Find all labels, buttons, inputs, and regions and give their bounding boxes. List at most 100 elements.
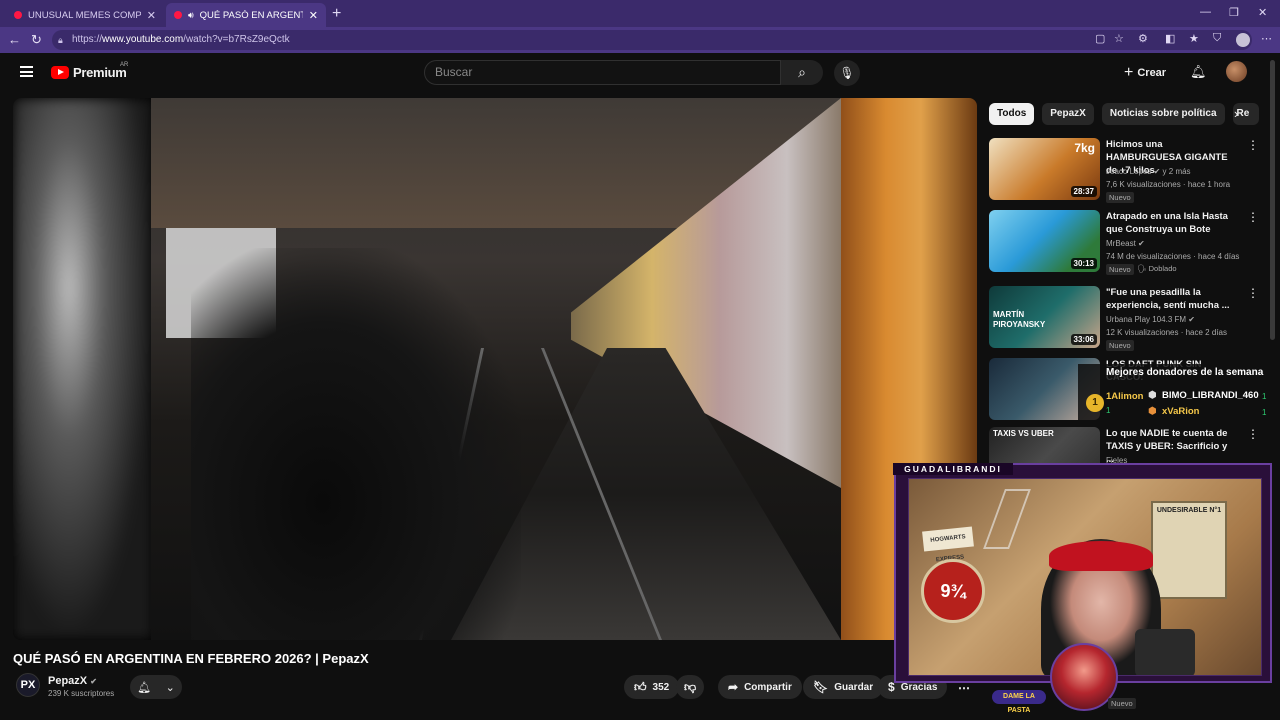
kebab-menu-icon[interactable]: ⋮: [1247, 138, 1259, 152]
platform-sign: 9¾: [921, 559, 985, 623]
chip-all[interactable]: Todos: [989, 103, 1035, 125]
share-label: Compartir: [744, 681, 792, 693]
ambient-glow-left: [13, 98, 153, 640]
chevron-down-icon: ⌄: [165, 681, 175, 694]
platform-text: 9¾: [940, 581, 966, 601]
menu-dots-icon[interactable]: ⋯: [1261, 32, 1272, 45]
video-title: QUÉ PASÓ EN ARGENTINA EN FEBRERO 2026? |…: [13, 651, 369, 666]
recommendation-item[interactable]: 30:13 Atrapado en una Isla Hasta que Con…: [989, 210, 1259, 276]
logo-word: Premium: [73, 65, 127, 80]
plus-icon: +: [1124, 64, 1134, 81]
channel-text: Joaco Lopez: [1106, 167, 1152, 176]
channel-name[interactable]: PepazX ✔︎: [48, 675, 97, 687]
youtube-premium-logo[interactable]: Premium AR: [51, 62, 128, 80]
tab-title: QUÉ PASÓ EN ARGENTINA EN: [199, 9, 303, 21]
notifications-bell-icon[interactable]: 🔔︎: [1190, 64, 1207, 80]
duration-badge: 33:06: [1070, 334, 1097, 345]
restore-icon[interactable]: ❐: [1229, 6, 1239, 19]
browser-profile-avatar[interactable]: [1236, 33, 1250, 47]
kebab-menu-icon[interactable]: ⋮: [1247, 427, 1259, 441]
streamer-name: GUADALIBRANDI: [893, 463, 1013, 475]
like-button[interactable]: 👍︎ 352: [624, 675, 680, 699]
recommendation-item[interactable]: 7kg 28:37 Hicimos una HAMBURGUESA GIGANT…: [989, 138, 1259, 204]
hamburger-menu-icon[interactable]: [20, 66, 33, 77]
url-host: www.youtube.com: [102, 34, 184, 45]
back-icon[interactable]: ←: [8, 32, 21, 47]
search-button[interactable]: ⌕: [781, 60, 823, 85]
video-thumbnail[interactable]: 30:13: [989, 210, 1100, 272]
browser-tab-active[interactable]: 🔊︎ QUÉ PASÓ EN ARGENTINA EN ✕: [166, 3, 326, 27]
recommendation-meta: 7,6 K visualizaciones · hace 1 hora: [1106, 180, 1231, 189]
hogwarts-express-sign: HOGWARTS EXPRESS: [922, 526, 974, 563]
search-input[interactable]: Buscar: [424, 60, 781, 85]
chip-politics[interactable]: Noticias sobre política: [1101, 103, 1225, 125]
recommendation-title[interactable]: "Fue una pesadilla la experiencia, sentí…: [1106, 286, 1236, 312]
thumb-text: TAXIS VS UBER: [993, 429, 1054, 438]
extensions-icon[interactable]: ⚙: [1138, 32, 1148, 45]
chevron-right-icon[interactable]: ›: [1234, 106, 1238, 121]
more-actions-icon[interactable]: ⋯: [958, 681, 970, 695]
coin-icon: ⬢: [1148, 406, 1157, 417]
donor-name: xVaRion: [1162, 406, 1200, 417]
subscribed-bell-button[interactable]: 🔔︎ ⌄: [130, 675, 182, 699]
speaker-icon[interactable]: 🔊︎: [188, 10, 194, 21]
video-player[interactable]: [13, 98, 977, 640]
recommendation-meta: 74 M de visualizaciones · hace 4 días: [1106, 252, 1240, 261]
youtube-favicon-icon: [174, 11, 182, 19]
kebab-menu-icon[interactable]: ⋮: [1247, 286, 1259, 300]
like-count: 352: [652, 681, 670, 693]
video-frame[interactable]: [151, 98, 841, 640]
dubbed-text: Doblado: [1148, 264, 1177, 273]
donor-count: 1: [1262, 392, 1267, 401]
close-window-icon[interactable]: ✕: [1258, 6, 1267, 19]
share-button[interactable]: ➦ Compartir: [718, 675, 802, 699]
thumb-text: 7kg: [1074, 141, 1095, 155]
thumbs-up-icon: 👍︎: [634, 679, 647, 694]
new-tab-button[interactable]: +: [332, 5, 341, 23]
create-button[interactable]: + Crear: [1124, 64, 1166, 82]
new-badge: Nuevo: [1106, 264, 1134, 275]
favorite-star-icon[interactable]: ☆: [1114, 32, 1124, 45]
recommendation-title[interactable]: Atrapado en una Isla Hasta que Construya…: [1106, 210, 1236, 236]
subscriber-count: 239 K suscriptores: [48, 689, 115, 698]
microphone: [1135, 629, 1195, 675]
shield-icon[interactable]: ⛉: [1213, 32, 1221, 45]
dislike-button[interactable]: 👎︎: [676, 675, 705, 699]
channel-text: Urbana Play 104.3 FM: [1106, 315, 1187, 324]
url-field[interactable]: 🔒︎ https://www.youtube.com/watch?v=b7RsZ…: [52, 30, 1252, 50]
page-scrollbar[interactable]: [1270, 60, 1275, 340]
save-button[interactable]: 🔖︎ Guardar: [803, 675, 884, 699]
channel-avatar[interactable]: PX: [16, 673, 40, 697]
recommendation-channel[interactable]: Joaco Lopez ✔︎ y 2 más: [1106, 167, 1191, 176]
recommendation-channel[interactable]: MrBeast ✔︎: [1106, 239, 1145, 248]
split-icon[interactable]: ◧: [1165, 32, 1175, 45]
video-thumbnail[interactable]: 7kg 28:37: [989, 138, 1100, 200]
close-tab-icon[interactable]: ✕: [309, 9, 318, 22]
browser-tab[interactable]: UNUSUAL MEMES COMPILATION ✕: [6, 3, 164, 27]
passengers-walking: [191, 248, 521, 640]
chip-channel[interactable]: PepazX: [1042, 103, 1094, 125]
verified-icon: ✔︎: [90, 677, 97, 686]
gold-medal-icon: 1: [1086, 394, 1104, 412]
reload-icon[interactable]: ↻: [31, 32, 42, 48]
minimize-icon[interactable]: —: [1200, 6, 1211, 18]
favorites-icon[interactable]: ★: [1189, 32, 1199, 45]
youtube-play-icon: [51, 66, 69, 79]
video-thumbnail[interactable]: MARTÍN PIROYANSKY 33:06: [989, 286, 1100, 348]
mic-icon: 🎙︎: [839, 66, 855, 80]
kebab-menu-icon[interactable]: ⋮: [1247, 210, 1259, 224]
recommendation-item[interactable]: MARTÍN PIROYANSKY 33:06 "Fue una pesadil…: [989, 286, 1259, 352]
share-icon: ➦: [728, 680, 739, 694]
url-scheme: https://: [72, 34, 103, 45]
new-badge: Nuevo: [1106, 340, 1134, 351]
thanks-label: Gracias: [900, 681, 938, 693]
account-avatar[interactable]: [1226, 61, 1247, 82]
top-donors-overlay: Mejores donadores de la semana 1 1Alimon…: [1078, 364, 1280, 424]
wanted-poster: UNDESIRABLE N°1: [1151, 501, 1227, 599]
voice-search-button[interactable]: 🎙︎: [834, 60, 860, 86]
verified-icon: ✔︎: [1153, 167, 1161, 176]
donor-name: 1Alimon: [1106, 391, 1144, 402]
recommendation-channel[interactable]: Urbana Play 104.3 FM ✔︎: [1106, 315, 1195, 324]
close-tab-icon[interactable]: ✕: [147, 9, 156, 22]
reader-icon[interactable]: ▢: [1095, 32, 1105, 45]
